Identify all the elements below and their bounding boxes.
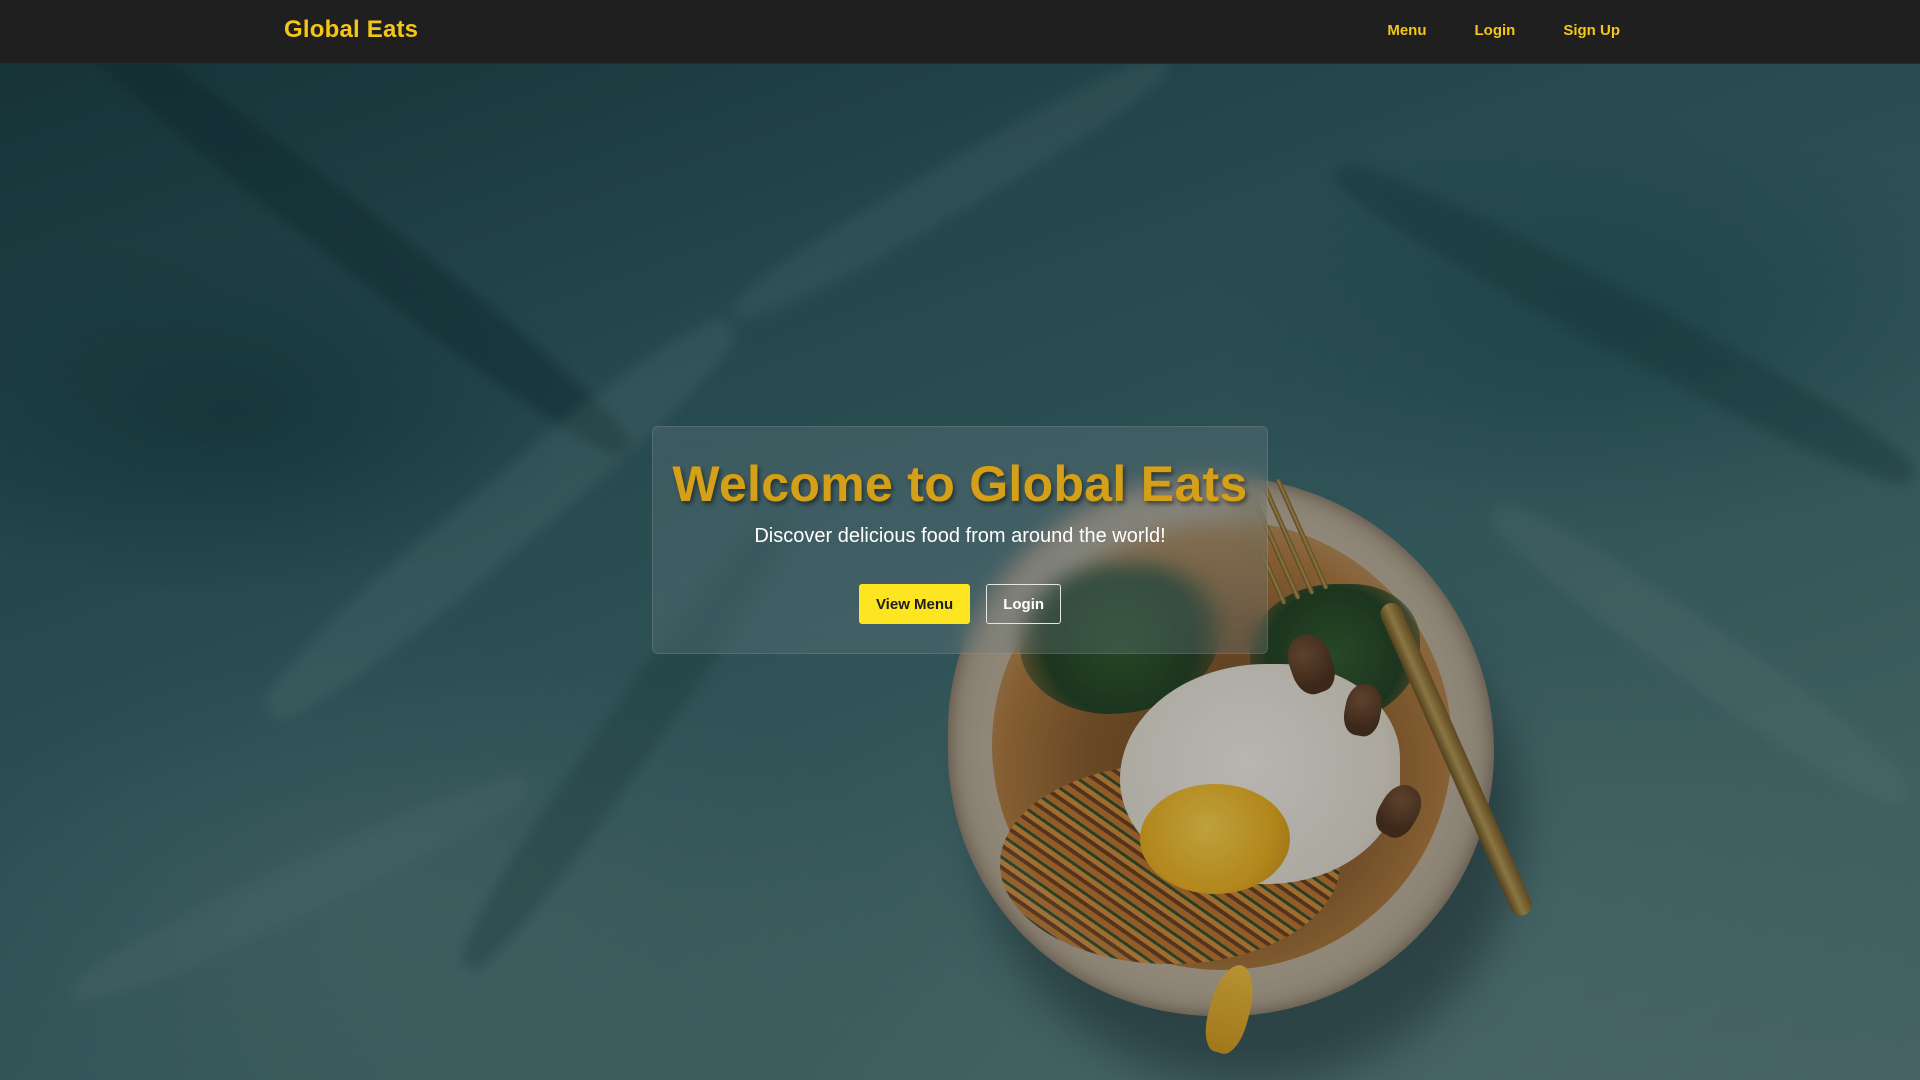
hero-card: Welcome to Global Eats Discover deliciou… (652, 426, 1268, 654)
nav-link-login[interactable]: Login (1475, 22, 1516, 39)
login-button[interactable]: Login (986, 584, 1062, 624)
brand-logo-link[interactable]: Global Eats (284, 16, 418, 44)
hero-buttons: View Menu Login (653, 584, 1267, 624)
view-menu-button[interactable]: View Menu (858, 584, 971, 624)
top-navbar: Global Eats Menu Login Sign Up (0, 0, 1920, 64)
hero-title: Welcome to Global Eats (672, 456, 1248, 512)
nav-links: Menu Login Sign Up (1387, 22, 1620, 39)
nav-link-menu[interactable]: Menu (1387, 22, 1426, 39)
hero-subtitle: Discover delicious food from around the … (754, 525, 1166, 547)
nav-link-signup[interactable]: Sign Up (1563, 22, 1620, 39)
